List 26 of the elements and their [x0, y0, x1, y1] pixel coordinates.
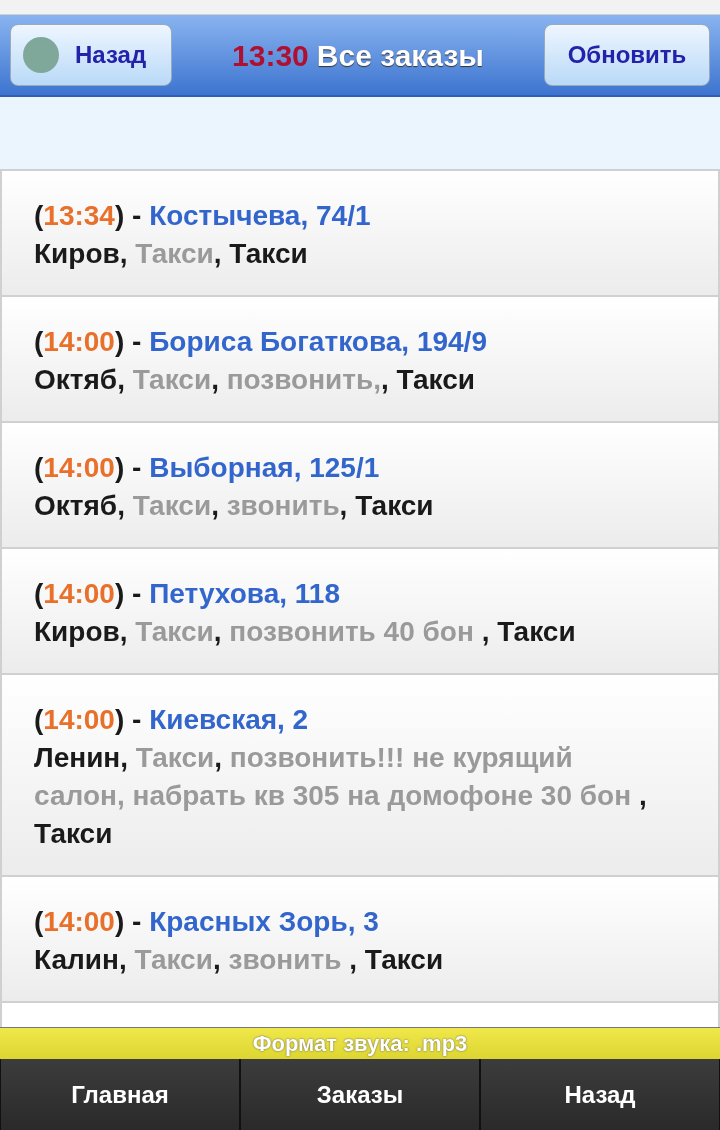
clock-time: 13:30 [232, 37, 309, 74]
order-details: Киров, Такси, позвонить 40 бон , Такси [34, 615, 577, 649]
nav-button[interactable]: Главная [0, 1059, 240, 1130]
order-title: (14:00) - Петухова, 118 [34, 577, 341, 611]
order-item[interactable]: (14:00) - Выборная, 125/1 Октяб, Такси, звонить, Такси [0, 421, 720, 549]
nav-button[interactable]: Заказы [240, 1059, 480, 1130]
order-title: (14:00) - Выборная, 125/1 [34, 451, 381, 485]
order-title: (14:00) - Бориса Богаткова, 194/9 [34, 325, 488, 359]
order-item[interactable]: (14:00) - Киевская, 2 Ленин, Такси, позвонить!!! не курящий салон, набрать кв 305 на домофоне 30 бон , Такси [0, 673, 720, 877]
order-item[interactable]: (14:00) - Бориса Богаткова, 194/9 Октяб, Такси, позвонить,, Такси [0, 295, 720, 423]
order-details: Ленин, Такси, позвонить!!! не курящий салон, набрать кв 305 на домофоне 30 бон , Такси [34, 741, 648, 851]
back-button[interactable]: Назад [10, 24, 172, 86]
sound-format-text: Формат звука: .mp3 [252, 1030, 468, 1058]
order-title: (13:34) - Костычева, 74/1 [34, 199, 372, 233]
order-details: Калин, Такси, звонить , Такси [34, 943, 445, 977]
order-item[interactable]: (14:00) - Красных Зорь, 3 Калин, Такси, звонить , Такси [0, 875, 720, 1003]
order-item[interactable]: (13:34) - Костычева, 74/1 Киров, Такси, Такси [0, 169, 720, 297]
order-item[interactable]: (14:00) - Петухова, 118 Киров, Такси, позвонить 40 бон , Такси [0, 547, 720, 675]
order-details: Октяб, Такси, позвонить,, Такси [34, 363, 476, 397]
refresh-button[interactable]: Обновить [544, 24, 710, 86]
nav-button[interactable]: Назад [480, 1059, 720, 1130]
order-title: (14:00) - Киевская, 2 [34, 703, 310, 737]
order-details: Киров, Такси, Такси [34, 237, 309, 271]
order-details: Октяб, Такси, звонить, Такси [34, 489, 435, 523]
page-title: Все заказы [316, 37, 484, 74]
order-title: (14:00) - Красных Зорь, 3 [34, 905, 380, 939]
